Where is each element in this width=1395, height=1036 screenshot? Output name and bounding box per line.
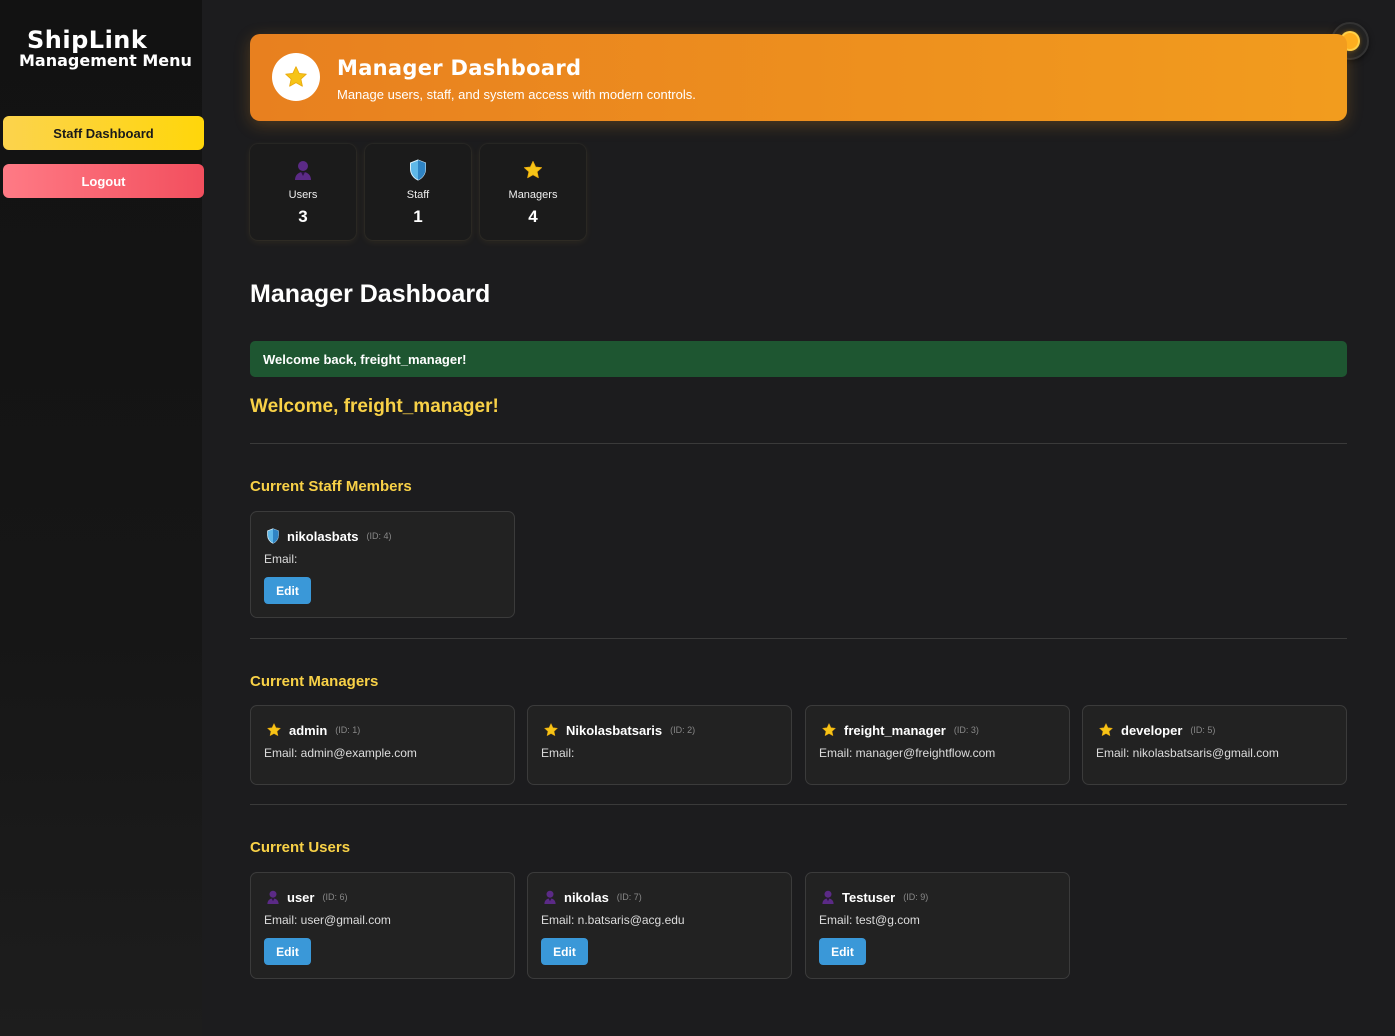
sidebar: ShipLink Management Menu Staff Dashboard… xyxy=(0,0,204,1036)
app-root: ShipLink Management Menu Staff Dashboard… xyxy=(0,0,1395,1036)
user-card: Testuser (ID: 9) Email: test@g.com Edit xyxy=(805,872,1070,979)
staff-section-title: Current Staff Members xyxy=(250,478,412,495)
member-email: Email: n.batsaris@acg.edu xyxy=(541,913,685,927)
manager-card: freight_manager (ID: 3) Email: manager@f… xyxy=(805,705,1070,785)
stat-label: Users xyxy=(288,189,318,201)
star-icon xyxy=(285,66,307,87)
edit-button[interactable]: Edit xyxy=(264,938,311,965)
member-email: Email: manager@freightflow.com xyxy=(819,746,996,760)
header-badge xyxy=(272,53,320,101)
staff-card: nikolasbats (ID: 4) Email: Edit xyxy=(250,511,515,618)
flash-message: Welcome back, freight_manager! xyxy=(250,341,1347,377)
user-card: nikolas (ID: 7) Email: n.batsaris@acg.ed… xyxy=(527,872,792,979)
stat-card-staff: Staff 1 xyxy=(365,144,471,240)
member-name: developer xyxy=(1121,722,1183,738)
stat-card-users: Users 3 xyxy=(250,144,356,240)
header-title: Manager Dashboard xyxy=(337,56,582,80)
member-id: (ID: 5) xyxy=(1190,725,1216,735)
star-icon xyxy=(267,723,281,736)
member-name: Nikolasbatsaris xyxy=(566,722,663,738)
member-id: (ID: 7) xyxy=(616,892,642,902)
sidebar-subtitle: Management Menu xyxy=(19,51,192,70)
member-id: (ID: 3) xyxy=(953,725,979,735)
member-id: (ID: 4) xyxy=(366,531,392,541)
shield-icon xyxy=(410,159,426,181)
user-card: user (ID: 6) Email: user@gmail.com Edit xyxy=(250,872,515,979)
stat-value: 3 xyxy=(298,207,308,226)
brand-name: ShipLink xyxy=(27,26,148,54)
star-icon xyxy=(822,723,836,736)
user-icon xyxy=(295,161,311,180)
member-name: admin xyxy=(289,722,328,738)
divider xyxy=(250,638,1347,639)
member-email: Email: xyxy=(541,746,575,760)
stat-value: 1 xyxy=(413,207,423,226)
member-name: Testuser xyxy=(842,889,896,905)
manager-card: admin (ID: 1) Email: admin@example.com xyxy=(250,705,515,785)
star-icon xyxy=(544,723,558,736)
member-email: Email: nikolasbatsaris@gmail.com xyxy=(1096,746,1279,760)
stat-label: Managers xyxy=(508,189,558,201)
member-email: Email: admin@example.com xyxy=(264,746,417,760)
member-name: nikolasbats xyxy=(287,528,359,544)
edit-button[interactable]: Edit xyxy=(819,938,866,965)
edit-button[interactable]: Edit xyxy=(264,577,311,604)
member-email: Email: user@gmail.com xyxy=(264,913,391,927)
member-id: (ID: 6) xyxy=(322,892,348,902)
star-icon xyxy=(523,160,543,179)
divider xyxy=(250,804,1347,805)
stat-card-managers: Managers 4 xyxy=(480,144,586,240)
header-subtitle: Manage users, staff, and system access w… xyxy=(337,87,696,102)
edit-button[interactable]: Edit xyxy=(541,938,588,965)
manager-card: Nikolasbatsaris (ID: 2) Email: xyxy=(527,705,792,785)
user-icon xyxy=(267,890,279,904)
manager-card: developer (ID: 5) Email: nikolasbatsaris… xyxy=(1082,705,1347,785)
divider xyxy=(250,443,1347,444)
stat-label: Staff xyxy=(406,189,430,201)
shield-icon xyxy=(267,528,279,544)
user-icon xyxy=(544,890,556,904)
page-title: Manager Dashboard xyxy=(250,280,491,308)
member-email: Email: test@g.com xyxy=(819,913,920,927)
dashboard-header: Manager Dashboard Manage users, staff, a… xyxy=(250,34,1347,121)
staff-dashboard-button[interactable]: Staff Dashboard xyxy=(3,116,204,150)
welcome-text: Welcome, freight_manager! xyxy=(250,396,499,417)
member-email: Email: xyxy=(264,552,298,566)
stat-value: 4 xyxy=(528,207,538,226)
member-id: (ID: 2) xyxy=(670,725,696,735)
member-id: (ID: 9) xyxy=(903,892,929,902)
star-icon xyxy=(1099,723,1113,736)
member-id: (ID: 1) xyxy=(335,725,361,735)
user-icon xyxy=(822,890,834,904)
member-name: freight_manager xyxy=(844,722,946,738)
member-name: user xyxy=(287,889,315,905)
managers-section-title: Current Managers xyxy=(250,673,379,690)
users-section-title: Current Users xyxy=(250,839,351,856)
member-name: nikolas xyxy=(564,889,609,905)
logout-button[interactable]: Logout xyxy=(3,164,204,198)
